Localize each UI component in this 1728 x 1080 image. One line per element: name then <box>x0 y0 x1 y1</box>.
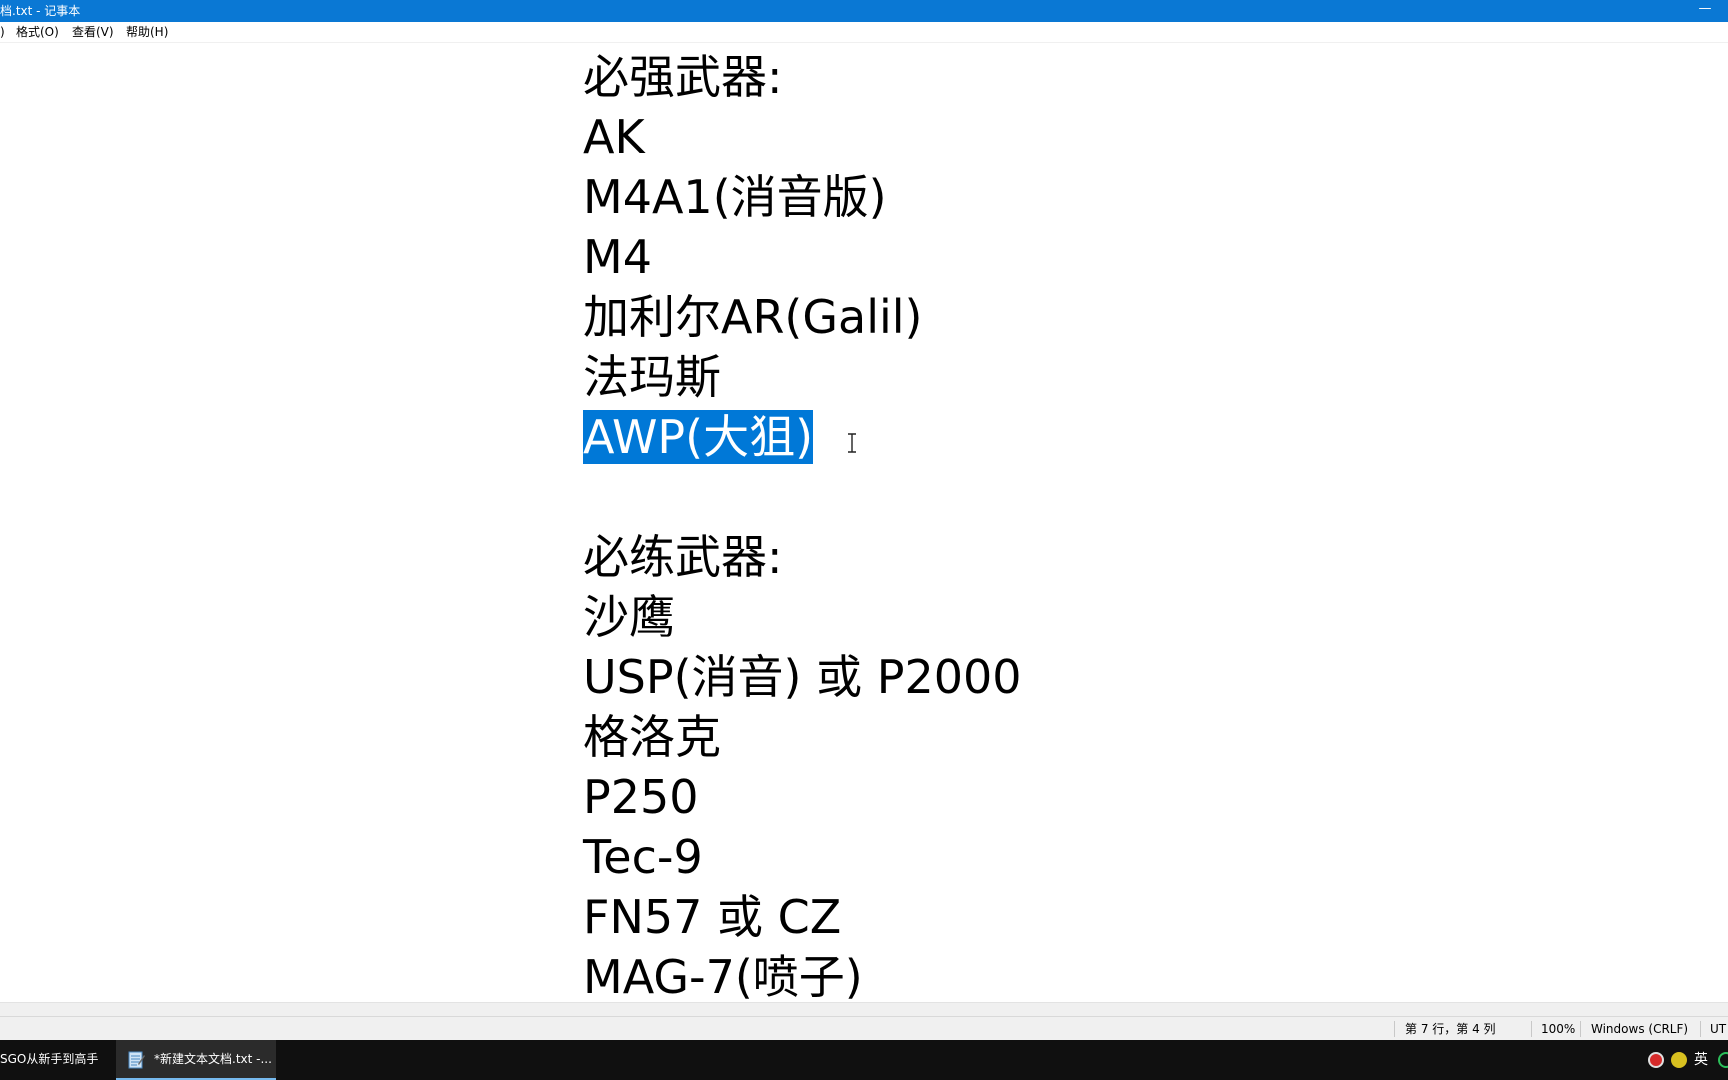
menu-item-edit[interactable]: ) <box>0 22 5 42</box>
line-text: 必强武器: <box>583 50 783 104</box>
editor-line[interactable]: 格洛克 <box>583 707 1022 767</box>
taskbar-app-csgo[interactable]: SGO从新手到高手 <box>0 1040 112 1080</box>
status-cursor-position: 第 7 行，第 4 列 <box>1405 1022 1496 1036</box>
record-icon[interactable] <box>1648 1052 1664 1068</box>
editor-line[interactable] <box>583 467 1022 527</box>
selected-text: AWP(大狙) <box>583 410 814 464</box>
line-text: M4 <box>583 230 652 284</box>
window-title: 档.txt - 记事本 <box>0 4 81 18</box>
status-line-ending: Windows (CRLF) <box>1591 1022 1689 1036</box>
notepad-icon <box>128 1051 145 1068</box>
title-bar[interactable]: 档.txt - 记事本 — <box>0 0 1728 22</box>
add-icon[interactable] <box>1671 1052 1687 1068</box>
line-text: M4A1(消音版) <box>583 170 887 224</box>
menu-bar: ) 格式(O) 查看(V) 帮助(H) <box>0 22 1728 43</box>
editor-line[interactable]: P250 <box>583 767 1022 827</box>
status-separator <box>1394 1021 1395 1037</box>
system-tray: 英 <box>1640 1040 1728 1080</box>
menu-item-format[interactable]: 格式(O) <box>16 22 59 42</box>
status-bar: 第 7 行，第 4 列 100% Windows (CRLF) UT <box>0 1016 1728 1041</box>
text-cursor-icon <box>848 433 856 453</box>
line-text: MAG-7(喷子) <box>583 950 863 1002</box>
status-zoom: 100% <box>1541 1022 1576 1036</box>
editor-line[interactable]: 加利尔AR(Galil) <box>583 287 1022 347</box>
horizontal-scrollbar[interactable] <box>0 1002 1728 1017</box>
editor-lines: 必强武器: AK M4A1(消音版) M4 加利尔AR(Galil) 法玛斯 A… <box>583 47 1022 1002</box>
editor-line[interactable]: AK <box>583 107 1022 167</box>
line-text: P250 <box>583 770 699 824</box>
menu-item-help[interactable]: 帮助(H) <box>126 22 168 42</box>
menu-item-view[interactable]: 查看(V) <box>72 22 114 42</box>
line-text: 沙鹰 <box>583 590 675 644</box>
editor-line[interactable]: M4A1(消音版) <box>583 167 1022 227</box>
status-separator <box>1531 1021 1532 1037</box>
editor-line[interactable]: Tec-9 <box>583 827 1022 887</box>
line-text: FN57 或 CZ <box>583 890 842 944</box>
editor-line[interactable]: M4 <box>583 227 1022 287</box>
ime-indicator[interactable]: 英 <box>1694 1040 1708 1080</box>
editor-line[interactable]: USP(消音) 或 P2000 <box>583 647 1022 707</box>
status-separator <box>1700 1021 1701 1037</box>
line-text: 加利尔AR(Galil) <box>583 290 923 344</box>
status-icon[interactable] <box>1718 1052 1728 1068</box>
editor-line[interactable]: MAG-7(喷子) <box>583 947 1022 1002</box>
editor-line[interactable]: 必练武器: <box>583 527 1022 587</box>
line-text: AK <box>583 110 645 164</box>
editor-line[interactable]: 沙鹰 <box>583 587 1022 647</box>
line-text: 必练武器: <box>583 530 783 584</box>
status-separator <box>1580 1021 1581 1037</box>
text-editor[interactable]: 必强武器: AK M4A1(消音版) M4 加利尔AR(Galil) 法玛斯 A… <box>0 43 1728 1002</box>
line-text: Tec-9 <box>583 830 703 884</box>
taskbar: SGO从新手到高手 *新建文本文档.txt -... 英 <box>0 1040 1728 1080</box>
task-label: SGO从新手到高手 <box>0 1052 99 1066</box>
editor-line[interactable]: FN57 或 CZ <box>583 887 1022 947</box>
editor-line-selected[interactable]: AWP(大狙) <box>583 407 1022 467</box>
status-encoding: UT <box>1710 1022 1727 1036</box>
taskbar-app-notepad[interactable]: *新建文本文档.txt -... <box>116 1040 276 1080</box>
editor-line[interactable]: 法玛斯 <box>583 347 1022 407</box>
line-text: 格洛克 <box>583 710 721 764</box>
minimize-button[interactable]: — <box>1682 0 1728 22</box>
task-label: *新建文本文档.txt -... <box>154 1052 272 1066</box>
line-text: USP(消音) 或 P2000 <box>583 650 1022 704</box>
line-text: 法玛斯 <box>583 350 721 404</box>
editor-line[interactable]: 必强武器: <box>583 47 1022 107</box>
